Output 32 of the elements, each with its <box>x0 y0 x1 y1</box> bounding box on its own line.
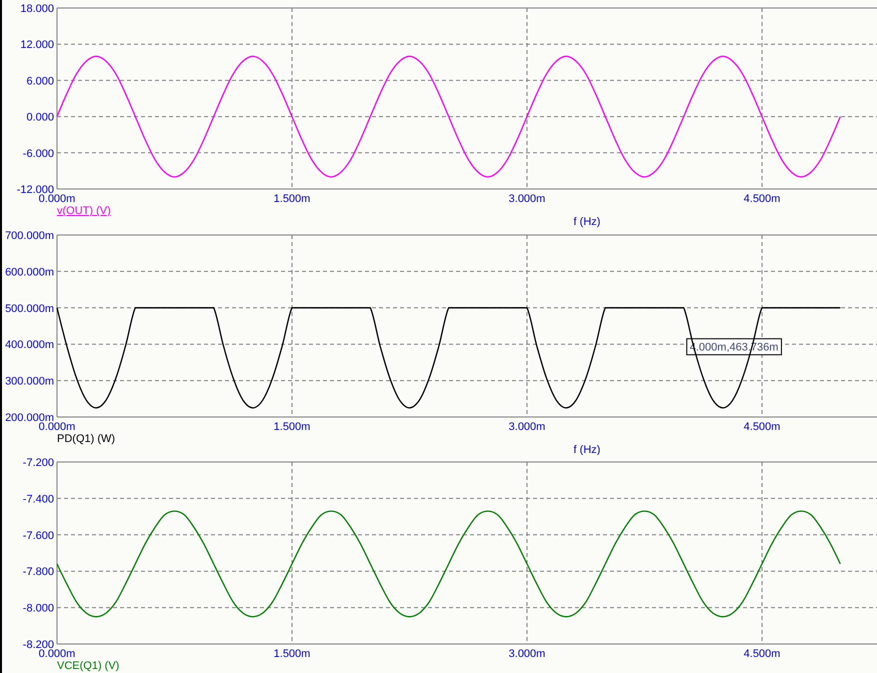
tick-label: 4.500m <box>744 648 780 660</box>
tick-label: -7.400 <box>22 493 54 506</box>
tick-label: 6.000 <box>26 75 54 88</box>
tick-label: 500.000m <box>5 302 54 315</box>
tick-label: 1.500m <box>274 648 310 660</box>
tick-label: 18.000 <box>20 3 54 15</box>
tick-label: -6.000 <box>22 148 54 160</box>
tick-label: 700.000m <box>5 230 54 242</box>
tick-label: 0.000m <box>38 648 76 660</box>
tick-label: 400.000m <box>5 339 54 352</box>
tick-label: -7.800 <box>22 566 54 578</box>
tick-label: 600.000m <box>5 266 54 278</box>
tick-label: 1.500m <box>274 193 310 205</box>
axis-title: f (Hz) <box>574 216 600 228</box>
axis-title: f (Hz) <box>574 444 600 455</box>
tick-label: -7.600 <box>22 530 54 542</box>
tick-label: 3.000m <box>508 421 546 433</box>
tick-label: 1.500m <box>274 421 310 433</box>
tick-label: 12.000 <box>20 39 54 52</box>
legend-label[interactable]: v(OUT) (V) <box>57 205 111 217</box>
legend-label[interactable]: PD(Q1) (W) <box>57 433 116 445</box>
tick-label: 4.500m <box>744 193 780 205</box>
tick-label: 4.500m <box>744 421 780 433</box>
tick-label: -7.200 <box>22 457 54 469</box>
tick-label: 300.000m <box>5 376 54 388</box>
tick-label: 0.000m <box>38 193 76 205</box>
tick-label: 0.000 <box>26 112 54 124</box>
tick-label: 3.000m <box>508 193 546 205</box>
tick-label: 3.000m <box>508 648 546 660</box>
tick-label: 0.000m <box>38 421 76 433</box>
legend-label[interactable]: VCE(Q1) (V) <box>57 660 120 672</box>
tick-label: -8.000 <box>22 602 54 615</box>
